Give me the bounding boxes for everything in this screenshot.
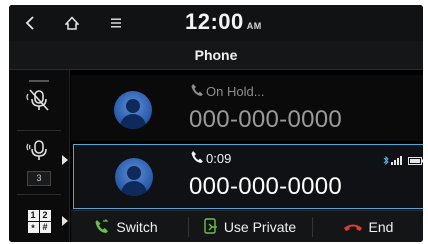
clock-time: 12:00: [185, 9, 244, 34]
use-private-button[interactable]: Use Private: [189, 211, 311, 242]
hold-status: On Hold...: [190, 83, 265, 100]
signal-icon: [391, 152, 403, 170]
phone-screen: 12:00 AM Phone 3 1 2 * # On Hold... 000-…: [9, 5, 423, 242]
mute-mic-button[interactable]: [9, 76, 69, 120]
left-sidebar: 3 1 2 * #: [9, 70, 70, 242]
active-call-row[interactable]: 0:09 000-000-0000: [73, 144, 423, 209]
microphone-icon: [26, 139, 52, 168]
avatar-icon: [114, 91, 152, 129]
phone-switch-icon: [94, 218, 110, 237]
end-call-button[interactable]: End: [313, 211, 423, 242]
end-call-icon: [343, 219, 363, 235]
active-number: 000-000-0000: [189, 173, 343, 200]
keypad-key: #: [39, 221, 51, 233]
avatar-icon: [115, 158, 153, 196]
mic-volume-button[interactable]: 3: [9, 138, 69, 186]
sidebar-divider: [17, 130, 61, 131]
hold-status-text: On Hold...: [206, 84, 265, 99]
keypad-arrow-icon: [62, 216, 68, 226]
keypad-icon: 1 2 * #: [27, 209, 51, 233]
sidebar-divider: [17, 194, 61, 195]
call-indicators: [383, 152, 423, 170]
bluetooth-icon: [383, 152, 389, 170]
back-icon[interactable]: [19, 12, 41, 34]
switch-label: Switch: [116, 219, 158, 235]
status-bar: 12:00 AM: [9, 5, 423, 41]
call-action-bar: Switch Use Private End: [71, 210, 423, 242]
mic-volume-value: 3: [27, 170, 51, 186]
indicator-bar: [29, 79, 49, 82]
clock: 12:00 AM: [185, 9, 262, 35]
mic-volume-arrow-icon: [62, 155, 68, 165]
battery-icon: [408, 152, 423, 170]
home-icon[interactable]: [61, 12, 83, 34]
call-duration: 0:09: [190, 150, 231, 167]
menu-icon[interactable]: [105, 12, 127, 34]
keypad-key: 1: [27, 209, 39, 221]
phone-hold-icon: [190, 83, 204, 100]
hold-number: 000-000-0000: [189, 106, 343, 133]
switch-button[interactable]: Switch: [71, 211, 181, 242]
call-duration-text: 0:09: [206, 151, 232, 166]
use-private-label: Use Private: [223, 219, 297, 235]
on-hold-call-row[interactable]: On Hold... 000-000-0000: [71, 75, 423, 141]
phone-active-icon: [190, 150, 204, 167]
title-bar: Phone: [9, 41, 423, 70]
page-title: Phone: [194, 47, 238, 63]
keypad-button[interactable]: 1 2 * #: [9, 202, 69, 240]
end-label: End: [368, 219, 394, 235]
keypad-key: *: [27, 221, 39, 233]
keypad-key: 2: [39, 209, 51, 221]
handset-private-icon: [204, 217, 218, 237]
microphone-muted-icon: [26, 88, 52, 117]
clock-ampm: AM: [246, 21, 262, 31]
